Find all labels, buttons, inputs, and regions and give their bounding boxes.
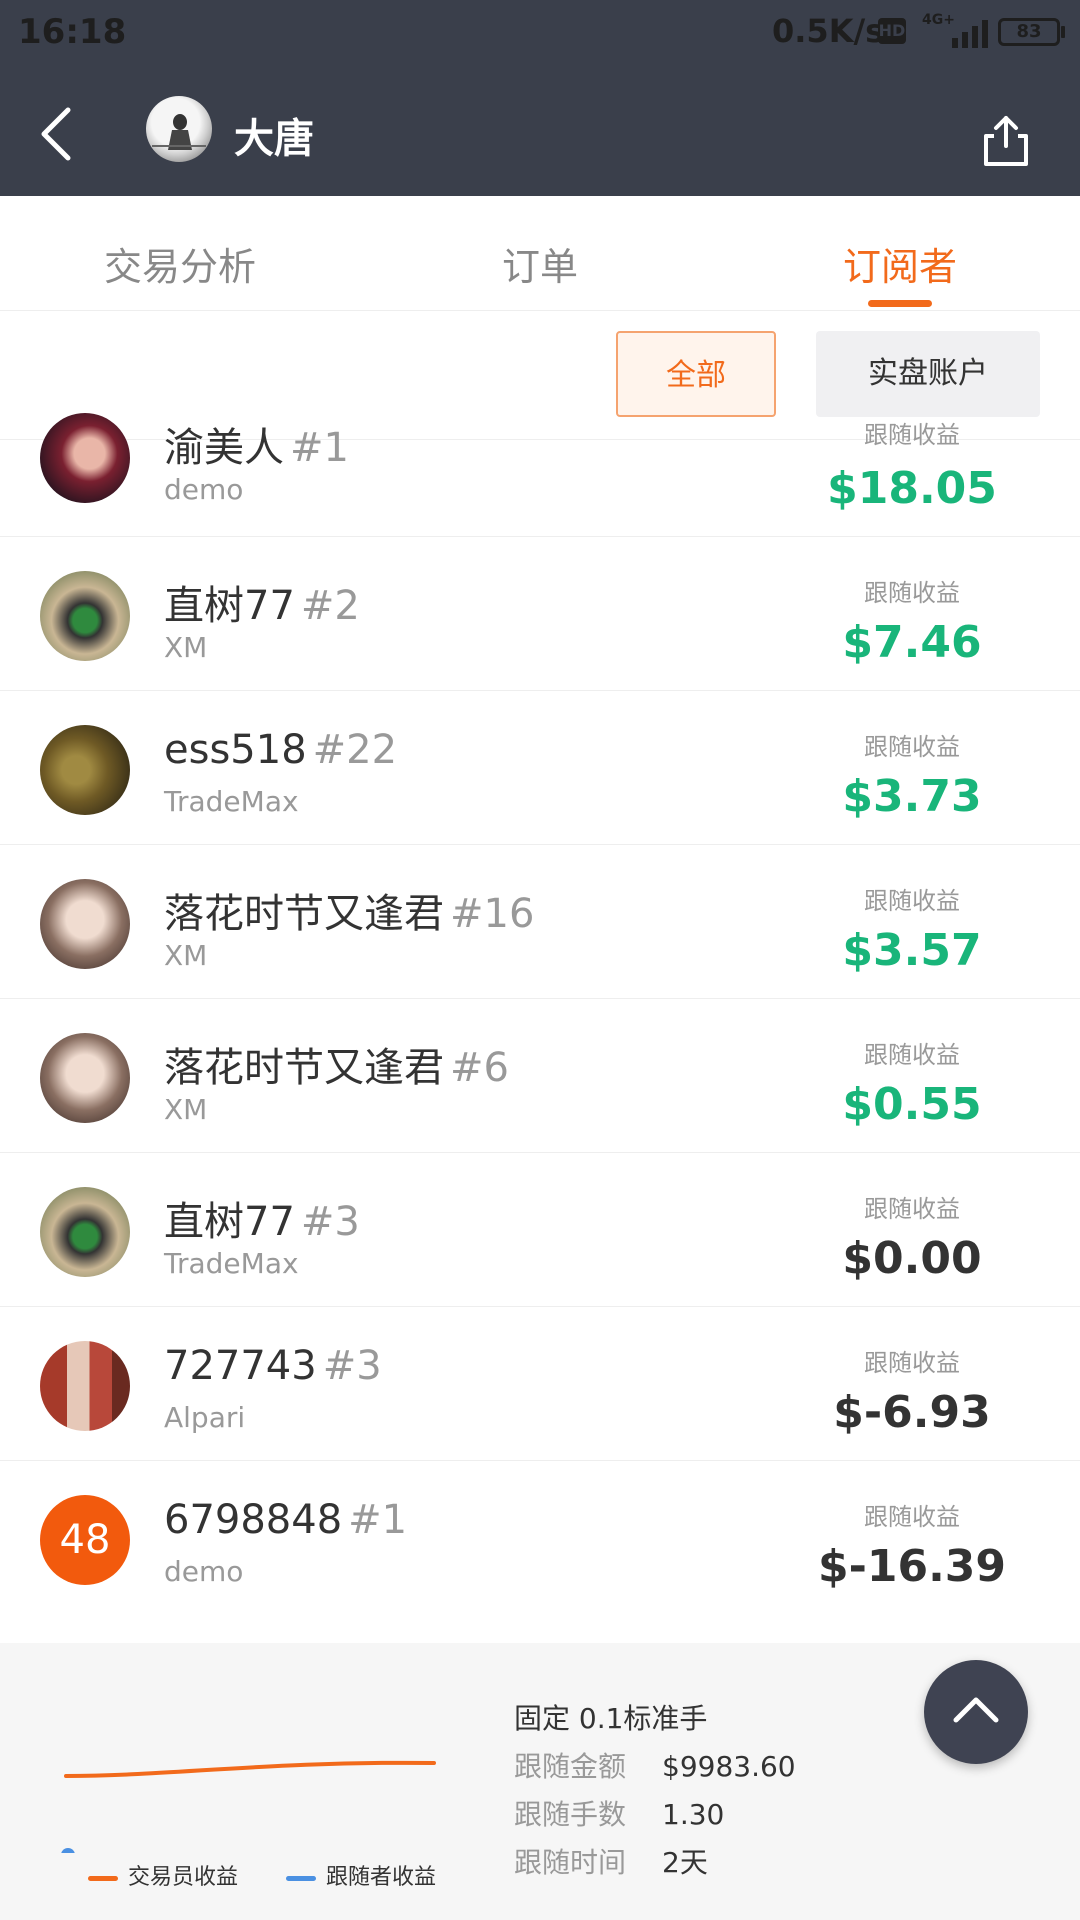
- chevron-left-icon[interactable]: [34, 104, 84, 164]
- list-item[interactable]: 渝美人 #1 demo 跟随收益 $18.05: [0, 411, 1080, 537]
- avatar: 48: [40, 1495, 130, 1585]
- profit-value: $0.00: [842, 1233, 982, 1284]
- list-item[interactable]: 48 6798848 #1 demo 跟随收益 $-16.39: [0, 1461, 1080, 1615]
- profit-value: $3.57: [842, 925, 982, 976]
- list-item[interactable]: 落花时节又逢君 #6 XM 跟随收益 $0.55: [0, 999, 1080, 1153]
- list-item[interactable]: 727743 #3 Alpari 跟随收益 $-6.93: [0, 1307, 1080, 1461]
- subscriber-broker: TradeMax: [164, 1247, 299, 1280]
- battery-cap: [1061, 26, 1065, 38]
- subscriber-list: 渝美人 #1 demo 跟随收益 $18.05 直树77 #2 XM 跟随收益 $7…: [0, 413, 1080, 1615]
- follow-info: 固定 0.1标准手 跟随金额 $9983.60 跟随手数 1.30 跟随时间 2天: [514, 1697, 796, 1889]
- follow-time-row: 跟随时间 2天: [514, 1846, 708, 1879]
- avatar: [40, 571, 130, 661]
- follow-mode: 固定 0.1标准手: [514, 1702, 708, 1735]
- profit-label: 跟随收益: [864, 1349, 960, 1377]
- scroll-top-button[interactable]: [924, 1660, 1028, 1764]
- profit-value: $-6.93: [833, 1387, 991, 1438]
- subscriber-name: 渝美人 #1: [164, 425, 349, 471]
- tab-subscribers[interactable]: 订阅者: [780, 236, 1020, 291]
- page-title: 大唐: [234, 116, 314, 162]
- subscriber-name: 6798848 #1: [164, 1497, 408, 1543]
- list-item[interactable]: 落花时节又逢君 #16 XM 跟随收益 $3.57: [0, 845, 1080, 999]
- avatar-figure-icon: [152, 114, 206, 150]
- legend-follower-swatch: [286, 1875, 316, 1881]
- profit-value: $-16.39: [817, 1541, 1007, 1592]
- profit-label: 跟随收益: [864, 1195, 960, 1223]
- profit-chart: [61, 1760, 436, 1853]
- profit-label: 跟随收益: [864, 1503, 960, 1531]
- profit-value: $7.46: [842, 617, 982, 668]
- signal-icon: [952, 20, 988, 48]
- subscriber-name: 落花时节又逢君 #16: [164, 891, 535, 937]
- follower-profit-point: [61, 1848, 75, 1853]
- trader-profit-line: [64, 1760, 436, 1778]
- battery-icon: 83: [998, 18, 1060, 46]
- avatar: [40, 1033, 130, 1123]
- profit-label: 跟随收益: [864, 579, 960, 607]
- follow-summary-panel: 交易员收益 跟随者收益 固定 0.1标准手 跟随金额 $9983.60 跟随手数 1…: [0, 1643, 1080, 1920]
- subscriber-name: 727743 #3: [164, 1343, 382, 1389]
- subscriber-broker: demo: [164, 473, 244, 506]
- subscriber-broker: Alpari: [164, 1401, 246, 1434]
- status-bar: 16:18 0.5K/s HD 4G+ 83: [0, 0, 1080, 66]
- legend-trader: 交易员收益: [88, 1859, 238, 1891]
- profit-value: $0.55: [842, 1079, 982, 1130]
- subscriber-broker: XM: [164, 631, 208, 664]
- list-item[interactable]: 直树77 #3 TradeMax 跟随收益 $0.00: [0, 1153, 1080, 1307]
- nav-row: 大唐: [0, 76, 1080, 186]
- avatar: [40, 1341, 130, 1431]
- avatar: [40, 725, 130, 815]
- top-bar: 16:18 0.5K/s HD 4G+ 83 大唐: [0, 0, 1080, 196]
- tab-bar: 交易分析 订单 订阅者: [0, 208, 1080, 311]
- avatar: [40, 413, 130, 503]
- subscriber-name: 落花时节又逢君 #6: [164, 1045, 509, 1091]
- tab-trade-analysis[interactable]: 交易分析: [60, 236, 300, 291]
- filter-all-button[interactable]: 全部: [616, 331, 776, 417]
- profit-label: 跟随收益: [864, 421, 960, 449]
- chevron-up-icon: [953, 1697, 999, 1723]
- network-speed: 0.5K/s: [772, 12, 885, 50]
- tab-orders[interactable]: 订单: [420, 236, 660, 291]
- share-icon[interactable]: [982, 112, 1030, 168]
- subscriber-broker: XM: [164, 939, 208, 972]
- active-tab-indicator: [868, 300, 932, 307]
- subscriber-name: 直树77 #2: [164, 583, 360, 629]
- profit-label: 跟随收益: [864, 887, 960, 915]
- subscriber-name: 直树77 #3: [164, 1199, 360, 1245]
- trader-avatar[interactable]: [146, 96, 212, 162]
- subscriber-broker: TradeMax: [164, 785, 299, 818]
- profit-label: 跟随收益: [864, 733, 960, 761]
- list-item[interactable]: ess518 #22 TradeMax 跟随收益 $3.73: [0, 691, 1080, 845]
- avatar: [40, 1187, 130, 1277]
- subscriber-name: ess518 #22: [164, 727, 398, 773]
- status-time: 16:18: [18, 12, 127, 52]
- follow-amount-row: 跟随金额 $9983.60: [514, 1750, 796, 1783]
- profit-value: $3.73: [842, 771, 982, 822]
- hd-badge: HD: [878, 18, 906, 44]
- avatar: [40, 879, 130, 969]
- follow-lots-row: 跟随手数 1.30: [514, 1798, 725, 1831]
- profit-label: 跟随收益: [864, 1041, 960, 1069]
- legend-trader-swatch: [88, 1875, 118, 1881]
- subscriber-broker: XM: [164, 1093, 208, 1126]
- profit-value: $18.05: [827, 463, 997, 514]
- legend-follower: 跟随者收益: [286, 1859, 436, 1891]
- filter-real-account-button[interactable]: 实盘账户: [816, 331, 1040, 417]
- subscriber-broker: demo: [164, 1555, 244, 1588]
- list-item[interactable]: 直树77 #2 XM 跟随收益 $7.46: [0, 537, 1080, 691]
